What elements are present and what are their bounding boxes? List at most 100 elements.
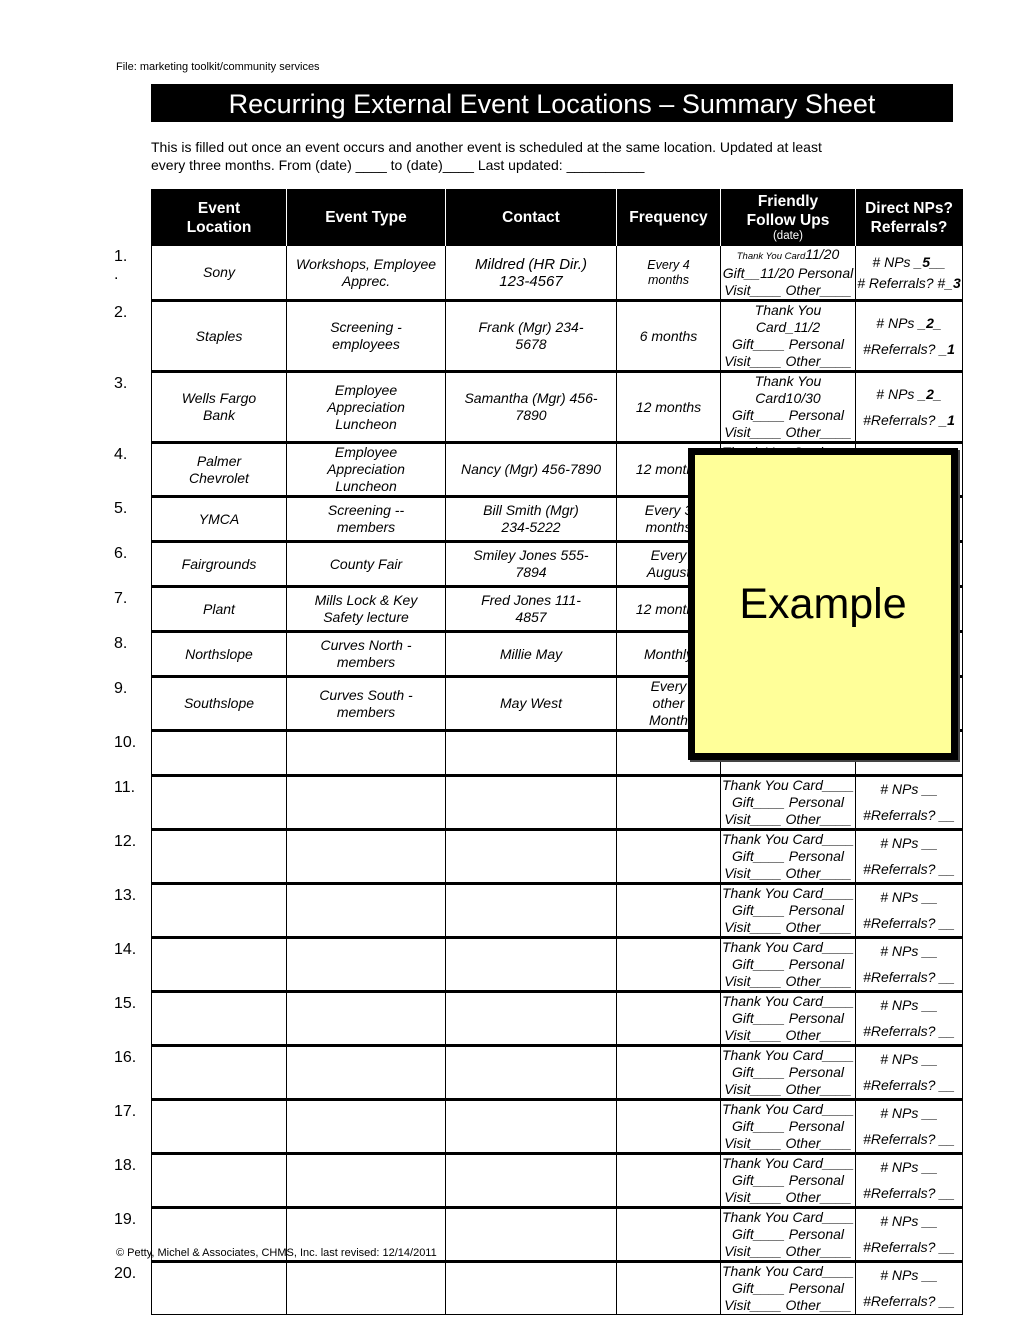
cell-event-location[interactable]: 4. Palmer Chevrolet [114, 442, 287, 498]
cell-event-type[interactable] [286, 883, 446, 939]
cell-direct-referrals[interactable]: # NPs __ #Referrals? __ [855, 937, 963, 993]
cell-event-location[interactable]: 20. [114, 1261, 287, 1315]
cell-contact[interactable]: Nancy (Mgr) 456-7890 [445, 442, 617, 498]
cell-direct-referrals[interactable]: # NPs __ #Referrals? __ [855, 1045, 963, 1101]
cell-event-location[interactable]: 14. [114, 937, 287, 993]
cell-event-location[interactable]: 11. [114, 775, 287, 831]
cell-contact[interactable]: Samantha (Mgr) 456-7890 [445, 371, 617, 444]
cell-contact[interactable] [445, 775, 617, 831]
cell-event-location[interactable]: 17. [114, 1099, 287, 1155]
cell-frequency[interactable]: 6 months [616, 300, 721, 373]
cell-event-location[interactable]: 5. YMCA [114, 496, 287, 543]
cell-contact[interactable] [445, 1045, 617, 1101]
cell-follow-ups[interactable]: Thank You Card10/30 Gift____ Personal Visi… [720, 371, 856, 444]
cell-contact[interactable] [445, 1207, 617, 1263]
cell-direct-referrals[interactable]: # NPs __ #Referrals? __ [855, 883, 963, 939]
cell-contact[interactable] [445, 730, 617, 777]
cell-frequency[interactable] [616, 775, 721, 831]
cell-frequency[interactable] [616, 1045, 721, 1101]
cell-event-type[interactable]: Employee Appreciation Luncheon [286, 442, 446, 498]
cell-contact[interactable]: Fred Jones 111-4857 [445, 586, 617, 633]
nps-count: # NPs __ [880, 781, 938, 797]
cell-follow-ups[interactable]: Thank You Card____Gift____ PersonalVisit… [720, 1153, 856, 1209]
cell-direct-referrals[interactable]: # NPs __ #Referrals? __ [855, 1099, 963, 1155]
cell-direct-referrals[interactable]: # NPs _2_ #Referrals? _1 [855, 300, 963, 373]
cell-contact[interactable]: Mildred (HR Dir.) 123-4567 [445, 246, 617, 302]
cell-frequency[interactable] [616, 1207, 721, 1263]
cell-direct-referrals[interactable]: # NPs __ #Referrals? __ [855, 1261, 963, 1315]
cell-direct-referrals[interactable]: # NPs __ #Referrals? __ [855, 1207, 963, 1263]
cell-event-location[interactable]: 2. Staples [114, 300, 287, 373]
cell-frequency[interactable] [616, 1261, 721, 1315]
cell-direct-referrals[interactable]: # NPs __ #Referrals? __ [855, 991, 963, 1047]
cell-contact[interactable]: Millie May [445, 631, 617, 678]
cell-event-location[interactable]: 10. [114, 730, 287, 777]
cell-follow-ups[interactable]: Thank You Card____Gift____ PersonalVisit… [720, 937, 856, 993]
cell-direct-referrals[interactable]: # NPs __ #Referrals? __ [855, 829, 963, 885]
cell-event-type[interactable] [286, 1153, 446, 1209]
cell-event-location[interactable]: 1.. Sony [114, 246, 287, 302]
cell-follow-ups[interactable]: Thank You Card____Gift____ PersonalVisit… [720, 1099, 856, 1155]
cell-event-type[interactable] [286, 1099, 446, 1155]
cell-frequency[interactable]: 12 months [616, 371, 721, 444]
cell-frequency[interactable] [616, 883, 721, 939]
cell-event-location[interactable]: 7. Plant [114, 586, 287, 633]
cell-event-type[interactable] [286, 991, 446, 1047]
cell-contact[interactable] [445, 1261, 617, 1315]
cell-event-location[interactable]: 16. [114, 1045, 287, 1101]
cell-event-location[interactable]: 15. [114, 991, 287, 1047]
cell-contact[interactable] [445, 991, 617, 1047]
cell-follow-ups[interactable]: Thank You Card____Gift____ PersonalVisit… [720, 829, 856, 885]
cell-follow-ups[interactable]: Thank You Card11/20 Gift__11/20 Personal V… [720, 246, 856, 302]
cell-frequency[interactable]: Every 4 months [616, 246, 721, 302]
cell-event-type[interactable] [286, 1261, 446, 1315]
cell-contact[interactable] [445, 1153, 617, 1209]
cell-event-type[interactable]: Curves South - members [286, 676, 446, 732]
cell-direct-referrals[interactable]: # NPs _2_ #Referrals? _1 [855, 371, 963, 444]
cell-contact[interactable]: Frank (Mgr) 234-5678 [445, 300, 617, 373]
cell-event-location[interactable]: 12. [114, 829, 287, 885]
cell-direct-referrals[interactable]: # NPs __ #Referrals? __ [855, 775, 963, 831]
cell-event-type[interactable] [286, 937, 446, 993]
cell-follow-ups[interactable]: Thank You Card____Gift____ PersonalVisit… [720, 991, 856, 1047]
cell-follow-ups[interactable]: Thank You Card____Gift____ PersonalVisit… [720, 1207, 856, 1263]
cell-contact[interactable] [445, 1099, 617, 1155]
cell-frequency[interactable] [616, 1099, 721, 1155]
cell-event-location[interactable]: 9. Southslope [114, 676, 287, 732]
cell-frequency[interactable] [616, 1153, 721, 1209]
cell-event-location[interactable]: 18. [114, 1153, 287, 1209]
cell-event-type[interactable]: Screening -- members [286, 496, 446, 543]
gift-personal-field: Gift____ Personal [731, 1280, 845, 1296]
cell-follow-ups[interactable]: Thank You Card____Gift____ PersonalVisit… [720, 775, 856, 831]
cell-contact[interactable]: Bill Smith (Mgr) 234-5222 [445, 496, 617, 543]
cell-frequency[interactable] [616, 991, 721, 1047]
cell-event-type[interactable] [286, 730, 446, 777]
cell-follow-ups[interactable]: Thank You Card____Gift____ PersonalVisit… [720, 1045, 856, 1101]
cell-event-type[interactable]: Mills Lock & Key Safety lecture [286, 586, 446, 633]
example-label: Example [739, 579, 907, 628]
cell-follow-ups[interactable]: Thank You Card____Gift____ PersonalVisit… [720, 883, 856, 939]
cell-event-type[interactable]: Screening - employees [286, 300, 446, 373]
cell-contact[interactable] [445, 937, 617, 993]
cell-event-location[interactable]: 8. Northslope [114, 631, 287, 678]
cell-direct-referrals[interactable]: # NPs _5__ # Referrals? #_3 [855, 246, 963, 302]
cell-event-type[interactable]: Curves North - members [286, 631, 446, 678]
cell-contact[interactable] [445, 829, 617, 885]
cell-event-type[interactable]: County Fair [286, 541, 446, 588]
cell-event-location[interactable]: 6. Fairgrounds [114, 541, 287, 588]
cell-event-location[interactable]: 3. Wells Fargo Bank [114, 371, 287, 444]
cell-event-type[interactable] [286, 1045, 446, 1101]
cell-contact[interactable]: May West [445, 676, 617, 732]
cell-follow-ups[interactable]: Thank You Card____Gift____ PersonalVisit… [720, 1261, 856, 1315]
cell-event-type[interactable] [286, 775, 446, 831]
cell-frequency[interactable] [616, 829, 721, 885]
cell-direct-referrals[interactable]: # NPs __ #Referrals? __ [855, 1153, 963, 1209]
cell-contact[interactable]: Smiley Jones 555-7894 [445, 541, 617, 588]
cell-contact[interactable] [445, 883, 617, 939]
cell-event-location[interactable]: 13. [114, 883, 287, 939]
cell-follow-ups[interactable]: Thank You Card_11/2 Gift____ Personal Visi… [720, 300, 856, 373]
cell-frequency[interactable] [616, 937, 721, 993]
cell-event-type[interactable]: Workshops, Employee Apprec. [286, 246, 446, 302]
cell-event-type[interactable] [286, 829, 446, 885]
cell-event-type[interactable]: Employee Appreciation Luncheon [286, 371, 446, 444]
